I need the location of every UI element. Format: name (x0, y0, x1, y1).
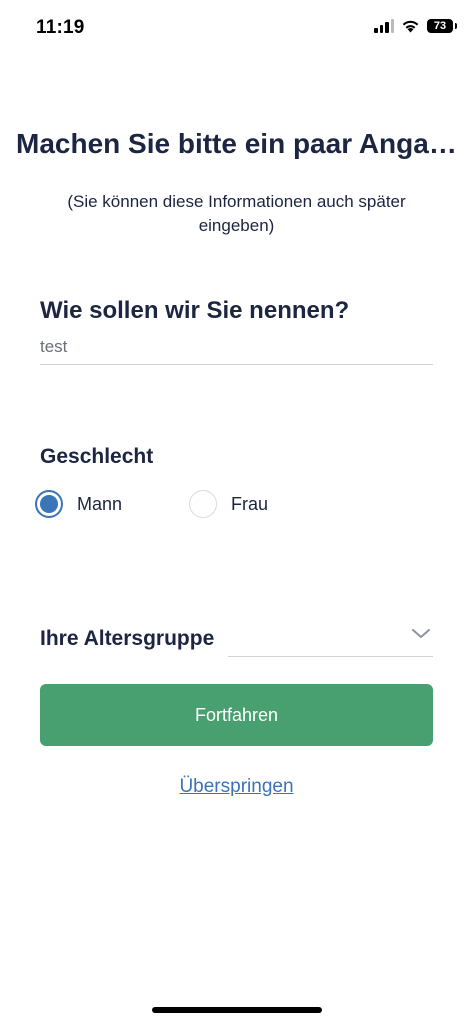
name-input[interactable] (40, 330, 433, 365)
gender-label: Geschlecht (40, 445, 154, 468)
continue-button[interactable]: Fortfahren (40, 684, 433, 746)
signal-icon (374, 19, 394, 33)
age-group-select[interactable] (228, 622, 433, 657)
gender-option-label: Frau (231, 493, 269, 514)
skip-link[interactable]: Überspringen (0, 776, 473, 798)
name-label: Wie sollen wir Sie nennen? (40, 297, 350, 324)
gender-option-mann[interactable]: Mann (35, 490, 122, 518)
battery-icon: 73 (427, 19, 457, 33)
page-subtitle: (Sie können diese Informationen auch spä… (67, 192, 406, 235)
status-bar: 11:19 73 (0, 0, 473, 56)
status-icons: 73 (374, 19, 457, 33)
home-indicator (152, 1007, 322, 1013)
chevron-down-icon[interactable] (411, 628, 431, 640)
page-title: Machen Sie bitte ein paar Angaben (16, 128, 457, 159)
radio-button-mann[interactable] (35, 490, 63, 518)
gender-option-frau[interactable]: Frau (189, 490, 268, 518)
status-time: 11:19 (36, 17, 85, 38)
age-group-label: Ihre Altersgruppe (40, 627, 215, 650)
radio-selected-dot (40, 495, 58, 513)
radio-button-frau[interactable] (189, 490, 217, 518)
gender-option-label: Mann (77, 493, 123, 514)
wifi-icon (402, 20, 419, 33)
